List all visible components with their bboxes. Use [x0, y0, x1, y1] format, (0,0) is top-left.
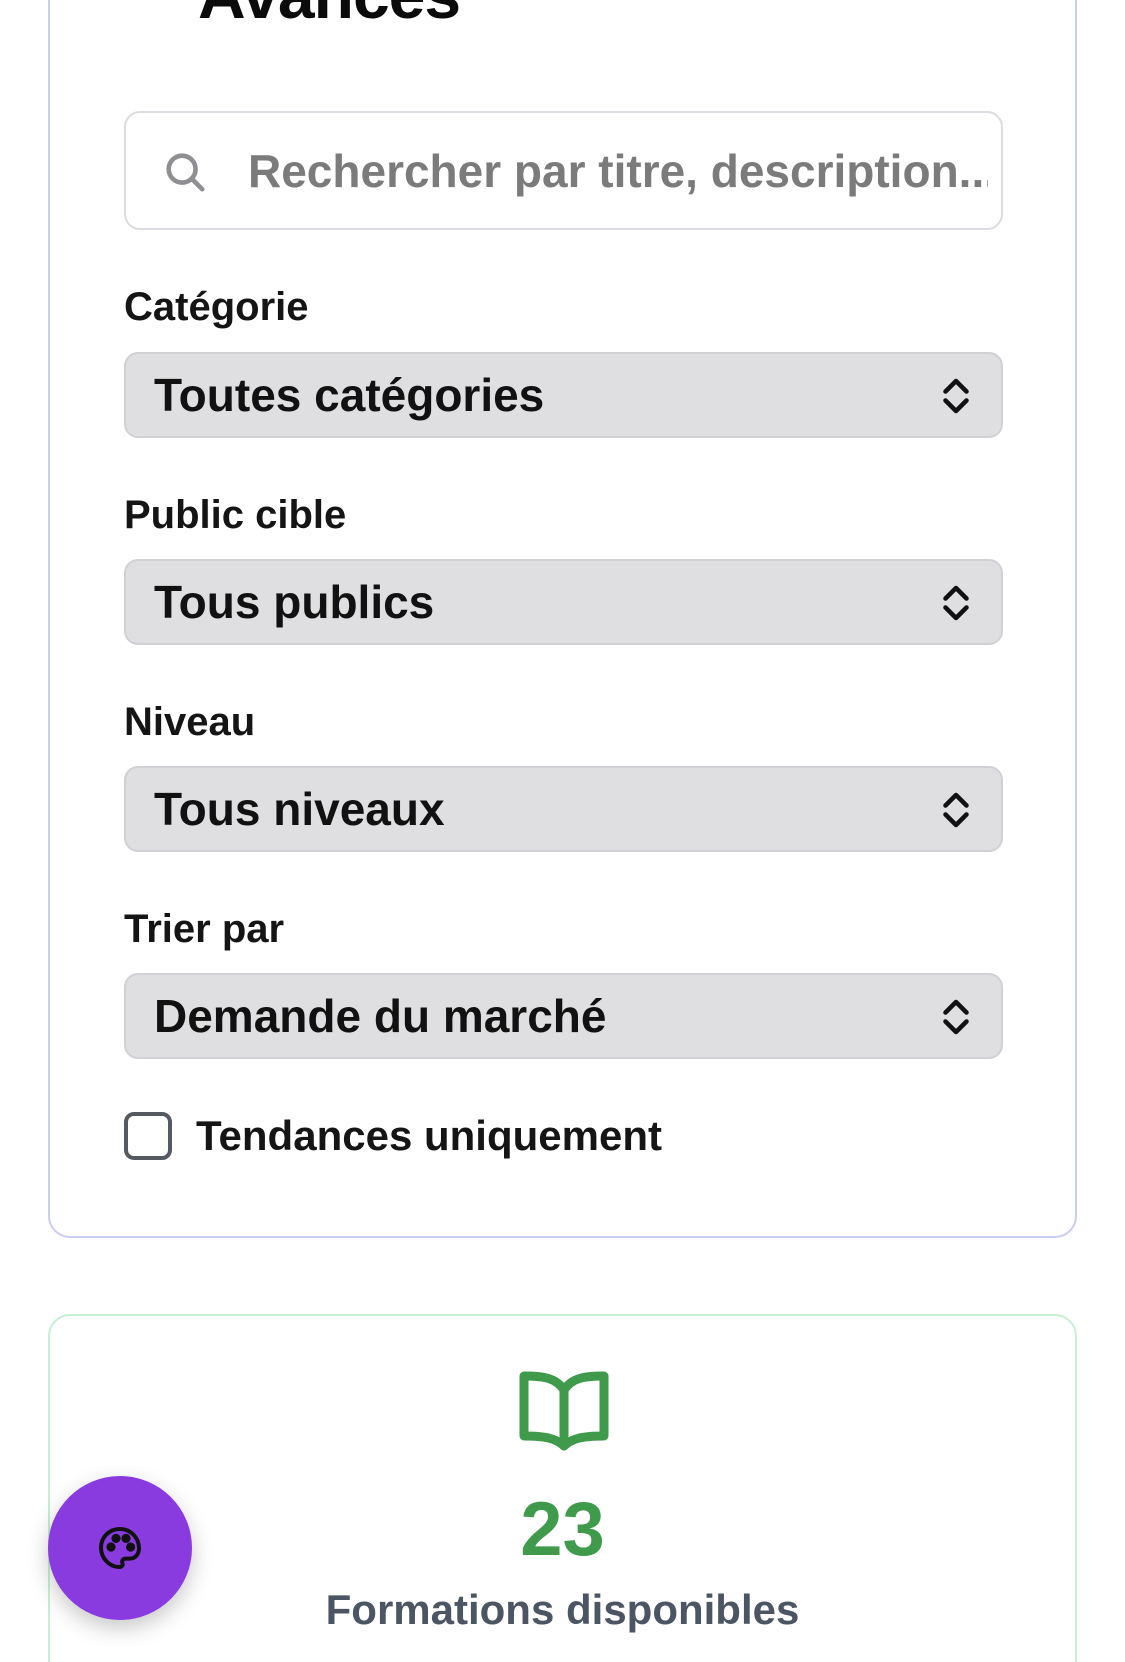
audience-label: Public cible — [124, 493, 347, 537]
theme-palette-button[interactable] — [48, 1476, 192, 1620]
chevron-up-down-icon — [943, 999, 969, 1035]
level-select[interactable]: Tous niveaux — [124, 766, 1003, 852]
sort-label: Trier par — [124, 907, 285, 951]
trending-only-checkbox[interactable] — [124, 1112, 172, 1160]
trending-only-label[interactable]: Tendances uniquement — [196, 1112, 662, 1160]
book-open-icon — [519, 1371, 609, 1451]
chevron-up-down-icon — [943, 792, 969, 828]
level-select-value: Tous niveaux — [154, 783, 445, 835]
palette-icon — [99, 1527, 141, 1569]
search-input[interactable] — [248, 113, 988, 228]
chevron-up-down-icon — [943, 378, 969, 414]
sort-select[interactable]: Demande du marché — [124, 973, 1003, 1059]
search-icon — [166, 153, 205, 192]
page: Avancés Catégorie Toutes catégories Publ… — [0, 0, 1125, 1662]
chevron-up-down-icon — [943, 585, 969, 621]
level-label: Niveau — [124, 700, 256, 744]
category-select-value: Toutes catégories — [154, 369, 545, 421]
trending-only-row[interactable]: Tendances uniquement — [124, 1112, 662, 1160]
search-field[interactable] — [124, 111, 1003, 230]
audience-select[interactable]: Tous publics — [124, 559, 1003, 645]
filters-title: Avancés — [198, 0, 461, 35]
category-select[interactable]: Toutes catégories — [124, 352, 1003, 438]
category-label: Catégorie — [124, 285, 309, 329]
sort-select-value: Demande du marché — [154, 990, 607, 1042]
audience-select-value: Tous publics — [154, 576, 435, 628]
